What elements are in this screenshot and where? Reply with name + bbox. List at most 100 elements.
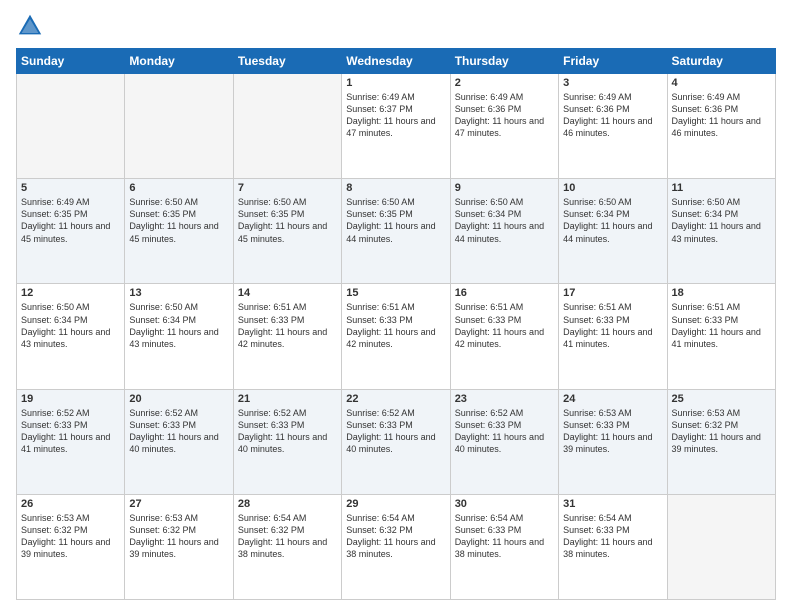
- day-number: 28: [238, 498, 337, 510]
- calendar-cell: 21 Sunrise: 6:52 AM Sunset: 6:33 PM Dayli…: [233, 389, 341, 494]
- day-info: Sunrise: 6:50 AM Sunset: 6:34 PM Dayligh…: [21, 301, 120, 350]
- day-info: Sunrise: 6:52 AM Sunset: 6:33 PM Dayligh…: [129, 407, 228, 456]
- day-info: Sunrise: 6:54 AM Sunset: 6:32 PM Dayligh…: [346, 512, 445, 561]
- day-number: 5: [21, 182, 120, 194]
- day-number: 12: [21, 287, 120, 299]
- week-row-1: 1 Sunrise: 6:49 AM Sunset: 6:37 PM Daylig…: [17, 74, 776, 179]
- day-info: Sunrise: 6:54 AM Sunset: 6:33 PM Dayligh…: [455, 512, 554, 561]
- calendar-cell: 20 Sunrise: 6:52 AM Sunset: 6:33 PM Dayli…: [125, 389, 233, 494]
- day-number: 14: [238, 287, 337, 299]
- day-number: 17: [563, 287, 662, 299]
- logo-icon: [16, 12, 44, 40]
- day-info: Sunrise: 6:51 AM Sunset: 6:33 PM Dayligh…: [672, 301, 771, 350]
- day-number: 21: [238, 393, 337, 405]
- logo: [16, 12, 48, 40]
- day-info: Sunrise: 6:54 AM Sunset: 6:32 PM Dayligh…: [238, 512, 337, 561]
- day-number: 31: [563, 498, 662, 510]
- day-info: Sunrise: 6:51 AM Sunset: 6:33 PM Dayligh…: [238, 301, 337, 350]
- calendar-cell: 2 Sunrise: 6:49 AM Sunset: 6:36 PM Daylig…: [450, 74, 558, 179]
- calendar-cell: 28 Sunrise: 6:54 AM Sunset: 6:32 PM Dayli…: [233, 494, 341, 599]
- day-number: 11: [672, 182, 771, 194]
- calendar-cell: 22Sunrise: 6:52 AM Sunset: 6:33 PM Dayli…: [342, 389, 450, 494]
- day-info: Sunrise: 6:51 AM Sunset: 6:33 PM Dayligh…: [346, 301, 445, 350]
- day-number: 24: [563, 393, 662, 405]
- calendar-cell: 6Sunrise: 6:50 AM Sunset: 6:35 PM Daylig…: [125, 179, 233, 284]
- calendar-cell: [17, 74, 125, 179]
- calendar-cell: [233, 74, 341, 179]
- day-info: Sunrise: 6:53 AM Sunset: 6:32 PM Dayligh…: [129, 512, 228, 561]
- week-row-2: 5 Sunrise: 6:49 AM Sunset: 6:35 PM Daylig…: [17, 179, 776, 284]
- day-info: Sunrise: 6:52 AM Sunset: 6:33 PM Dayligh…: [346, 407, 445, 456]
- weekday-header-monday: Monday: [125, 49, 233, 74]
- day-number: 9: [455, 182, 554, 194]
- day-number: 26: [21, 498, 120, 510]
- calendar-cell: [667, 494, 775, 599]
- day-number: 7: [238, 182, 337, 194]
- day-info: Sunrise: 6:49 AM Sunset: 6:36 PM Dayligh…: [672, 91, 771, 140]
- calendar-cell: 24 Sunrise: 6:53 AM Sunset: 6:33 PM Dayli…: [559, 389, 667, 494]
- day-info: Sunrise: 6:52 AM Sunset: 6:33 PM Dayligh…: [238, 407, 337, 456]
- week-row-5: 26 Sunrise: 6:53 AM Sunset: 6:32 PM Dayli…: [17, 494, 776, 599]
- calendar-cell: 27 Sunrise: 6:53 AM Sunset: 6:32 PM Dayli…: [125, 494, 233, 599]
- day-info: Sunrise: 6:49 AM Sunset: 6:36 PM Dayligh…: [563, 91, 662, 140]
- calendar-table: SundayMondayTuesdayWednesdayThursdayFrid…: [16, 48, 776, 600]
- calendar-cell: 25Sunrise: 6:53 AM Sunset: 6:32 PM Dayli…: [667, 389, 775, 494]
- calendar-cell: 14 Sunrise: 6:51 AM Sunset: 6:33 PM Dayli…: [233, 284, 341, 389]
- calendar-cell: 5 Sunrise: 6:49 AM Sunset: 6:35 PM Daylig…: [17, 179, 125, 284]
- calendar-cell: 11Sunrise: 6:50 AM Sunset: 6:34 PM Dayli…: [667, 179, 775, 284]
- day-number: 27: [129, 498, 228, 510]
- day-info: Sunrise: 6:51 AM Sunset: 6:33 PM Dayligh…: [563, 301, 662, 350]
- day-info: Sunrise: 6:49 AM Sunset: 6:36 PM Dayligh…: [455, 91, 554, 140]
- day-number: 10: [563, 182, 662, 194]
- day-info: Sunrise: 6:52 AM Sunset: 6:33 PM Dayligh…: [21, 407, 120, 456]
- calendar-cell: 26Sunrise: 6:53 AM Sunset: 6:32 PM Dayli…: [17, 494, 125, 599]
- day-number: 13: [129, 287, 228, 299]
- day-number: 19: [21, 393, 120, 405]
- calendar-cell: 17 Sunrise: 6:51 AM Sunset: 6:33 PM Dayli…: [559, 284, 667, 389]
- week-row-3: 12 Sunrise: 6:50 AM Sunset: 6:34 PM Dayli…: [17, 284, 776, 389]
- calendar-cell: 1 Sunrise: 6:49 AM Sunset: 6:37 PM Daylig…: [342, 74, 450, 179]
- calendar-cell: 3Sunrise: 6:49 AM Sunset: 6:36 PM Daylig…: [559, 74, 667, 179]
- day-number: 8: [346, 182, 445, 194]
- day-number: 23: [455, 393, 554, 405]
- day-info: Sunrise: 6:50 AM Sunset: 6:35 PM Dayligh…: [346, 196, 445, 245]
- day-number: 16: [455, 287, 554, 299]
- calendar-cell: 29 Sunrise: 6:54 AM Sunset: 6:32 PM Dayli…: [342, 494, 450, 599]
- weekday-header-friday: Friday: [559, 49, 667, 74]
- day-info: Sunrise: 6:54 AM Sunset: 6:33 PM Dayligh…: [563, 512, 662, 561]
- weekday-header-wednesday: Wednesday: [342, 49, 450, 74]
- weekday-header-sunday: Sunday: [17, 49, 125, 74]
- calendar-cell: 31 Sunrise: 6:54 AM Sunset: 6:33 PM Dayli…: [559, 494, 667, 599]
- day-info: Sunrise: 6:53 AM Sunset: 6:33 PM Dayligh…: [563, 407, 662, 456]
- day-info: Sunrise: 6:49 AM Sunset: 6:37 PM Dayligh…: [346, 91, 445, 140]
- calendar-cell: 18 Sunrise: 6:51 AM Sunset: 6:33 PM Dayli…: [667, 284, 775, 389]
- day-number: 30: [455, 498, 554, 510]
- day-number: 20: [129, 393, 228, 405]
- day-info: Sunrise: 6:50 AM Sunset: 6:35 PM Dayligh…: [129, 196, 228, 245]
- day-number: 18: [672, 287, 771, 299]
- calendar-cell: 9 Sunrise: 6:50 AM Sunset: 6:34 PM Daylig…: [450, 179, 558, 284]
- calendar-cell: [125, 74, 233, 179]
- weekday-header-thursday: Thursday: [450, 49, 558, 74]
- day-info: Sunrise: 6:50 AM Sunset: 6:34 PM Dayligh…: [563, 196, 662, 245]
- day-info: Sunrise: 6:50 AM Sunset: 6:35 PM Dayligh…: [238, 196, 337, 245]
- day-number: 4: [672, 77, 771, 89]
- day-number: 29: [346, 498, 445, 510]
- weekday-header-tuesday: Tuesday: [233, 49, 341, 74]
- page: SundayMondayTuesdayWednesdayThursdayFrid…: [0, 0, 792, 612]
- day-number: 1: [346, 77, 445, 89]
- day-number: 15: [346, 287, 445, 299]
- day-info: Sunrise: 6:50 AM Sunset: 6:34 PM Dayligh…: [455, 196, 554, 245]
- weekday-header-row: SundayMondayTuesdayWednesdayThursdayFrid…: [17, 49, 776, 74]
- day-info: Sunrise: 6:50 AM Sunset: 6:34 PM Dayligh…: [129, 301, 228, 350]
- calendar-cell: 13 Sunrise: 6:50 AM Sunset: 6:34 PM Dayli…: [125, 284, 233, 389]
- weekday-header-saturday: Saturday: [667, 49, 775, 74]
- week-row-4: 19 Sunrise: 6:52 AM Sunset: 6:33 PM Dayli…: [17, 389, 776, 494]
- day-number: 25: [672, 393, 771, 405]
- calendar-cell: 16Sunrise: 6:51 AM Sunset: 6:33 PM Dayli…: [450, 284, 558, 389]
- calendar-cell: 7 Sunrise: 6:50 AM Sunset: 6:35 PM Daylig…: [233, 179, 341, 284]
- calendar-cell: 30 Sunrise: 6:54 AM Sunset: 6:33 PM Dayli…: [450, 494, 558, 599]
- day-info: Sunrise: 6:49 AM Sunset: 6:35 PM Dayligh…: [21, 196, 120, 245]
- calendar-cell: 8 Sunrise: 6:50 AM Sunset: 6:35 PM Daylig…: [342, 179, 450, 284]
- day-number: 2: [455, 77, 554, 89]
